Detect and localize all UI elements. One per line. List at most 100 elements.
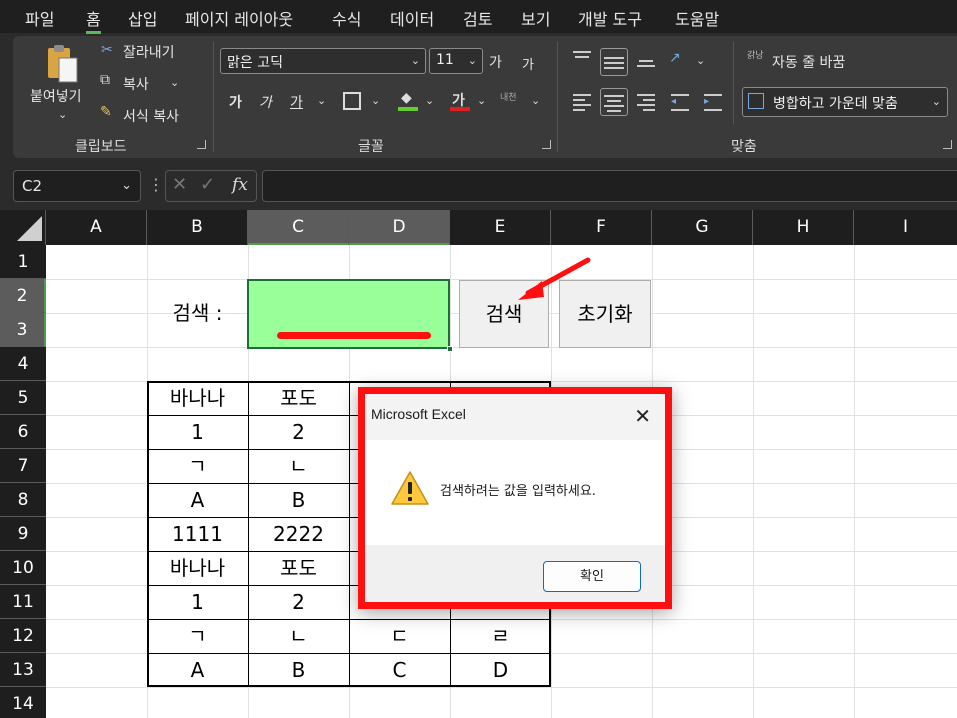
font-size-select[interactable]: 11 ⌄	[429, 48, 483, 74]
italic-button[interactable]: 가	[259, 92, 272, 112]
menu-formulas[interactable]: 수식	[332, 6, 361, 30]
fill-chevron-icon[interactable]: ⌄	[425, 94, 434, 107]
table-cell[interactable]: 2	[248, 415, 349, 449]
table-cell[interactable]: 1111	[147, 517, 248, 551]
row-header-4[interactable]: 4	[0, 347, 46, 381]
name-box[interactable]: C2 ⌄	[13, 170, 141, 202]
table-cell[interactable]: 바나나	[147, 551, 248, 585]
menu-page-layout[interactable]: 페이지 레이아웃	[185, 6, 293, 30]
align-center-icon[interactable]	[600, 88, 628, 116]
row-header-6[interactable]: 6	[0, 415, 46, 449]
phonetic-button[interactable]: 내천	[500, 90, 517, 103]
column-header-e[interactable]: E	[450, 210, 551, 245]
row-header-10[interactable]: 10	[0, 551, 46, 585]
menu-review[interactable]: 검토	[463, 6, 492, 30]
menu-data[interactable]: 데이터	[390, 6, 434, 30]
copy-button[interactable]: 복사	[123, 74, 149, 94]
row-header-3[interactable]: 3	[0, 313, 46, 347]
ok-button[interactable]: 확인	[543, 561, 641, 592]
menu-home[interactable]: 홈	[86, 6, 101, 34]
table-cell[interactable]: 1	[147, 415, 248, 449]
align-left-icon[interactable]	[571, 91, 593, 113]
more-options-icon[interactable]: ⋮	[148, 175, 164, 194]
row-header-2[interactable]: 2	[0, 279, 46, 313]
paste-chevron-icon[interactable]: ⌄	[58, 108, 67, 121]
table-cell[interactable]: ㄱ	[147, 449, 248, 483]
column-header-f[interactable]: F	[551, 210, 652, 245]
font-name-select[interactable]: 맑은 고딕 ⌄	[220, 48, 426, 74]
column-header-a[interactable]: A	[46, 210, 147, 245]
column-header-i[interactable]: I	[854, 210, 957, 245]
row-header-5[interactable]: 5	[0, 381, 46, 415]
row-header-8[interactable]: 8	[0, 483, 46, 517]
align-middle-icon[interactable]	[600, 48, 628, 76]
bold-button[interactable]: 가	[229, 92, 242, 112]
clipboard-launcher-icon[interactable]	[197, 140, 206, 149]
search-input[interactable]	[247, 279, 450, 349]
row-header-13[interactable]: 13	[0, 653, 46, 687]
font-color-icon[interactable]: 가	[450, 90, 470, 112]
increase-indent-icon[interactable]: ▸	[702, 91, 724, 113]
fill-handle[interactable]	[447, 346, 453, 352]
merge-center-button[interactable]: 병합하고 가운데 맞춤 ⌄	[742, 87, 948, 117]
formula-input[interactable]	[262, 170, 957, 202]
border-icon[interactable]	[343, 92, 361, 110]
cancel-icon[interactable]: ✕	[172, 174, 187, 195]
decrease-indent-icon[interactable]: ◂	[669, 91, 691, 113]
align-right-icon[interactable]	[635, 91, 657, 113]
font-color-chevron-icon[interactable]: ⌄	[477, 94, 486, 107]
row-header-11[interactable]: 11	[0, 585, 46, 619]
table-cell[interactable]: ㄴ	[248, 449, 349, 483]
align-bottom-icon[interactable]	[635, 48, 657, 70]
table-cell[interactable]: ㄷ	[349, 619, 450, 653]
column-header-h[interactable]: H	[753, 210, 854, 245]
orientation-chevron-icon[interactable]: ⌄	[696, 54, 705, 67]
table-cell[interactable]: 2222	[248, 517, 349, 551]
table-cell[interactable]: 포도	[248, 381, 349, 415]
table-cell[interactable]: ㄹ	[450, 619, 551, 653]
underline-button[interactable]: 가	[290, 92, 303, 112]
row-header-1[interactable]: 1	[0, 245, 46, 279]
fill-color-icon[interactable]: ◆	[398, 90, 418, 112]
paste-button[interactable]: 붙여넣기	[30, 86, 82, 106]
menu-help[interactable]: 도움말	[675, 6, 719, 30]
column-header-c[interactable]: C	[248, 210, 349, 245]
paste-icon[interactable]	[43, 42, 83, 84]
column-header-b[interactable]: B	[147, 210, 248, 245]
phonetic-chevron-icon[interactable]: ⌄	[531, 94, 540, 107]
grow-font-button[interactable]: 가	[489, 52, 502, 72]
row-header-14[interactable]: 14	[0, 687, 46, 718]
table-cell[interactable]: 1	[147, 585, 248, 619]
select-all-button[interactable]	[0, 210, 46, 245]
table-cell[interactable]: 바나나	[147, 381, 248, 415]
font-launcher-icon[interactable]	[542, 140, 551, 149]
orientation-icon[interactable]: ↗	[669, 50, 681, 66]
row-header-12[interactable]: 12	[0, 619, 46, 653]
table-cell[interactable]: B	[248, 483, 349, 517]
insert-function-button[interactable]: fx	[232, 175, 248, 195]
menu-developer[interactable]: 개발 도구	[578, 6, 642, 30]
table-cell[interactable]: ㄱ	[147, 619, 248, 653]
menu-view[interactable]: 보기	[521, 6, 550, 30]
column-header-d[interactable]: D	[349, 210, 450, 245]
menu-file[interactable]: 파일	[25, 6, 54, 30]
row-header-7[interactable]: 7	[0, 449, 46, 483]
table-cell[interactable]: 포도	[248, 551, 349, 585]
wrap-text-button[interactable]: 자동 줄 바꿈	[772, 52, 845, 72]
column-header-g[interactable]: G	[652, 210, 753, 245]
table-cell[interactable]: A	[147, 653, 248, 687]
copy-chevron-icon[interactable]: ⌄	[170, 76, 179, 89]
cut-button[interactable]: 잘라내기	[123, 42, 175, 62]
menu-insert[interactable]: 삽입	[128, 6, 157, 30]
format-painter-button[interactable]: 서식 복사	[123, 106, 179, 126]
alignment-launcher-icon[interactable]	[943, 140, 952, 149]
close-icon[interactable]: ✕	[634, 404, 651, 429]
table-cell[interactable]: B	[248, 653, 349, 687]
enter-icon[interactable]: ✓	[200, 174, 215, 195]
table-cell[interactable]: ㄴ	[248, 619, 349, 653]
table-cell[interactable]: A	[147, 483, 248, 517]
border-chevron-icon[interactable]: ⌄	[371, 94, 380, 107]
shrink-font-button[interactable]: 가	[522, 54, 534, 73]
table-cell[interactable]: C	[349, 653, 450, 687]
underline-chevron-icon[interactable]: ⌄	[317, 94, 326, 107]
